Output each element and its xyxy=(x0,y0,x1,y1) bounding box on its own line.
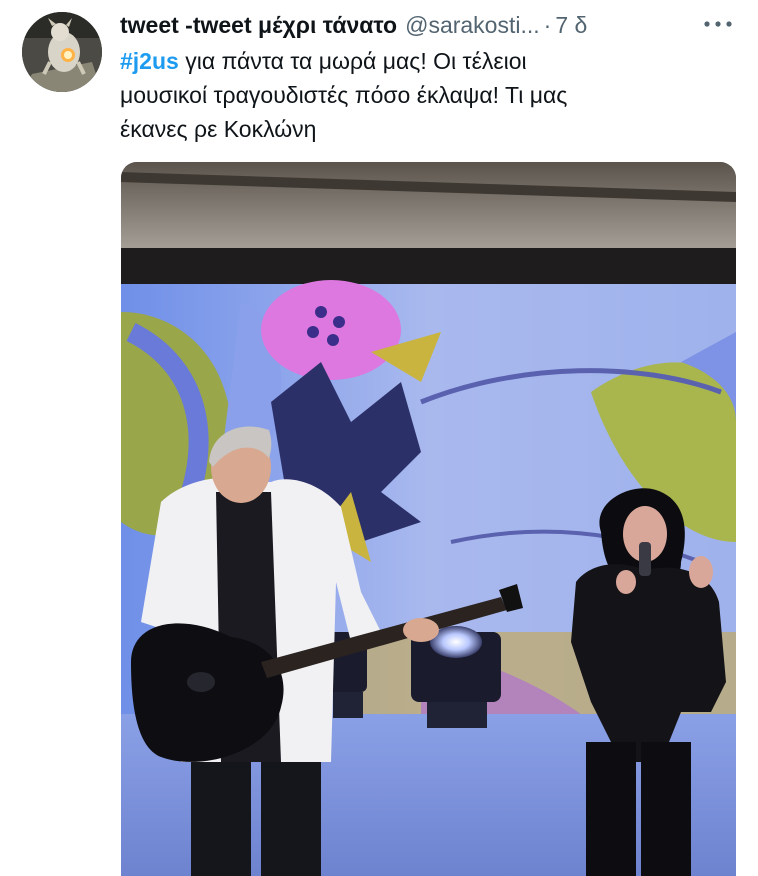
tweet: tweet -tweet μέχρι τάνατο @sarakosti... … xyxy=(0,0,758,876)
hashtag-link[interactable]: #j2us xyxy=(120,48,179,74)
display-name[interactable]: tweet -tweet μέχρι τάνατο xyxy=(120,9,397,41)
tweet-text-line-1: #j2us για πάντα τα μωρά μας! Οι τέλειοι xyxy=(120,44,740,78)
avatar-picture xyxy=(22,12,102,92)
tweet-text-segment: για πάντα τα μωρά μας! Οι τέλειοι xyxy=(178,48,527,74)
tweet-text: #j2us για πάντα τα μωρά μας! Οι τέλειοι … xyxy=(120,44,740,146)
tweet-text-line-3: έκανες ρε Κοκλώνη xyxy=(120,116,317,142)
avatar[interactable] xyxy=(22,12,102,92)
timestamp[interactable]: 7 δ xyxy=(555,9,587,41)
tweet-header: tweet -tweet μέχρι τάνατο @sarakosti... … xyxy=(120,8,740,42)
concert-photo-image xyxy=(121,162,736,876)
more-icon[interactable] xyxy=(698,8,738,40)
tweet-text-line-2: μουσικοί τραγουδιστές πόσο έκλαψα! Τι μα… xyxy=(120,82,568,108)
tweet-photo[interactable] xyxy=(121,162,736,876)
user-handle[interactable]: @sarakosti... xyxy=(405,9,540,41)
separator-dot: · xyxy=(543,12,552,38)
